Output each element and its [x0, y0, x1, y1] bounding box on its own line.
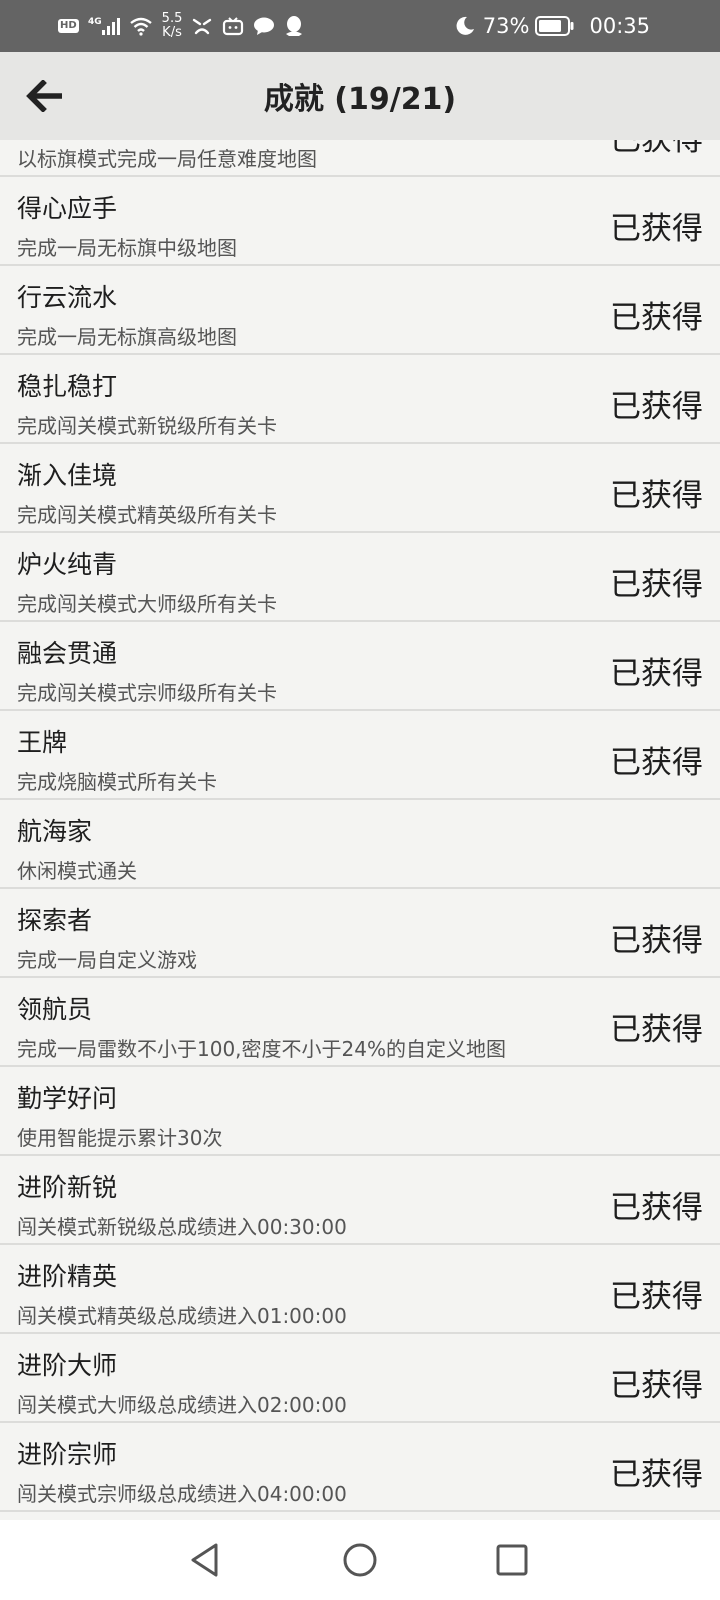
achievement-name: 领航员	[17, 995, 93, 1024]
achievement-row[interactable]: 进阶新锐闯关模式新锐级总成绩进入00:30:00 已获得	[0, 1156, 720, 1245]
status-left: HD 4G 5.5 K/s	[58, 0, 304, 52]
achievement-row[interactable]: 进阶精英闯关模式精英级总成绩进入01:00:00 已获得	[0, 1245, 720, 1334]
achievement-status: 已获得	[610, 1190, 703, 1226]
achievement-name: 探索者	[17, 906, 93, 935]
achievement-row[interactable]: 融会贯通完成闯关模式宗师级所有关卡 已获得	[0, 622, 720, 711]
achievement-status: 已获得	[610, 1457, 703, 1493]
achievement-description: 闯关模式新锐级总成绩进入00:30:00	[17, 1215, 347, 1239]
moon-icon	[455, 16, 475, 36]
battery-percentage: 73%	[482, 14, 530, 38]
achievement-status: 已获得	[610, 1279, 703, 1315]
achievement-description: 闯关模式精英级总成绩进入01:00:00	[17, 1304, 347, 1328]
achievement-name: 进阶大师	[17, 1351, 118, 1380]
app-bar: 成就 (19/21)	[0, 52, 720, 140]
achievement-description: 完成一局无标旗中级地图	[17, 236, 237, 260]
tv-app-icon	[222, 16, 244, 36]
nav-home-button[interactable]	[338, 1538, 382, 1582]
achievement-name: 炉火纯青	[17, 550, 118, 579]
achievement-name: 融会贯通	[17, 639, 118, 668]
achievement-status: 已获得	[610, 140, 703, 158]
achievement-row[interactable]: 王牌完成烧脑模式所有关卡 已获得	[0, 711, 720, 800]
achievement-status: 已获得	[610, 745, 703, 781]
achievement-description: 完成闯关模式精英级所有关卡	[17, 503, 277, 527]
achievement-description: 以标旗模式完成一局任意难度地图	[17, 147, 317, 171]
achievement-description: 完成闯关模式新锐级所有关卡	[17, 414, 277, 438]
network-speed-value: 5.5	[161, 11, 183, 26]
achievement-description: 闯关模式大师级总成绩进入02:00:00	[17, 1393, 347, 1417]
circle-home-icon	[343, 1543, 377, 1577]
achievement-row[interactable]: 进阶大师闯关模式大师级总成绩进入02:00:00 已获得	[0, 1334, 720, 1423]
achievement-list: 旗开得胜以标旗模式完成一局任意难度地图已获得得心应手完成一局无标旗中级地图已获得…	[0, 140, 720, 1512]
achievement-row[interactable]: 进阶宗师闯关模式宗师级总成绩进入04:00:00 已获得	[0, 1423, 720, 1512]
achievement-status: 已获得	[610, 1012, 703, 1048]
system-nav-bar	[0, 1520, 720, 1600]
penguin-app-icon	[284, 15, 304, 37]
achievement-name: 行云流水	[17, 283, 118, 312]
achievement-row[interactable]: 航海家 休闲模式通关	[0, 800, 720, 889]
achievement-name: 得心应手	[17, 194, 118, 223]
achievement-name: 勤学好问	[17, 1084, 118, 1113]
app-notification-icon	[191, 16, 213, 36]
achievement-description: 完成闯关模式大师级所有关卡	[17, 592, 277, 616]
achievement-status: 已获得	[610, 389, 703, 425]
achievement-name: 渐入佳境	[17, 461, 118, 490]
cellular-signal-icon: 4G	[88, 15, 120, 37]
achievement-description: 完成烧脑模式所有关卡	[17, 770, 217, 794]
wifi-icon	[129, 16, 153, 36]
achievement-row[interactable]: 渐入佳境完成闯关模式精英级所有关卡 已获得	[0, 444, 720, 533]
achievement-status: 已获得	[610, 1368, 703, 1404]
network-speed: 5.5 K/s	[162, 12, 183, 40]
achievement-name: 进阶宗师	[17, 1440, 118, 1469]
battery-icon	[535, 15, 575, 37]
hd-badge: HD	[58, 19, 79, 33]
achievement-row[interactable]: 炉火纯青完成闯关模式大师级所有关卡 已获得	[0, 533, 720, 622]
achievement-row[interactable]: 旗开得胜以标旗模式完成一局任意难度地图已获得	[0, 140, 720, 177]
achievement-description: 闯关模式宗师级总成绩进入04:00:00	[17, 1482, 347, 1506]
achievement-status: 已获得	[610, 567, 703, 603]
achievement-description: 完成一局雷数不小于100,密度不小于24%的自定义地图	[17, 1037, 506, 1061]
nav-recent-button[interactable]	[490, 1538, 534, 1582]
achievement-status: 已获得	[610, 478, 703, 514]
achievement-name: 进阶精英	[17, 1262, 118, 1291]
signal-type-label: 4G	[88, 17, 102, 27]
page-title: 成就 (19/21)	[263, 82, 457, 117]
achievement-status: 已获得	[610, 923, 703, 959]
status-bar: HD 4G 5.5 K/s 73% 00:35	[0, 0, 720, 52]
achievement-list-viewport[interactable]: 旗开得胜以标旗模式完成一局任意难度地图已获得得心应手完成一局无标旗中级地图已获得…	[0, 140, 720, 1520]
status-right: 73% 00:35	[455, 0, 650, 52]
achievement-description: 完成一局自定义游戏	[17, 948, 197, 972]
achievement-name: 王牌	[17, 728, 68, 757]
chat-bubble-icon	[253, 16, 275, 36]
network-speed-unit: K/s	[162, 25, 182, 40]
achievement-name: 进阶新锐	[17, 1173, 118, 1202]
achievement-row[interactable]: 勤学好问使用智能提示累计30次	[0, 1067, 720, 1156]
achievement-name: 航海家	[17, 817, 93, 846]
achievement-row[interactable]: 领航员完成一局雷数不小于100,密度不小于24%的自定义地图 已获得	[0, 978, 720, 1067]
achievement-row[interactable]: 稳扎稳打完成闯关模式新锐级所有关卡 已获得	[0, 355, 720, 444]
achievement-row[interactable]: 得心应手完成一局无标旗中级地图 已获得	[0, 177, 720, 266]
achievement-status: 已获得	[610, 656, 703, 692]
triangle-back-icon	[191, 1543, 218, 1577]
clock-time: 00:35	[589, 14, 650, 38]
achievement-name: 稳扎稳打	[17, 372, 118, 401]
square-recent-icon	[496, 1544, 528, 1576]
achievement-row[interactable]: 行云流水完成一局无标旗高级地图 已获得	[0, 266, 720, 355]
achievement-description: 完成一局无标旗高级地图	[17, 325, 237, 349]
achievement-description: 完成闯关模式宗师级所有关卡	[17, 681, 277, 705]
achievement-status: 已获得	[610, 211, 703, 247]
achievement-description: 使用智能提示累计30次	[17, 1126, 223, 1150]
achievement-row[interactable]: 探索者完成一局自定义游戏 已获得	[0, 889, 720, 978]
achievement-description: 休闲模式通关	[17, 859, 137, 883]
nav-back-button[interactable]	[183, 1538, 227, 1582]
achievement-status: 已获得	[610, 300, 703, 336]
